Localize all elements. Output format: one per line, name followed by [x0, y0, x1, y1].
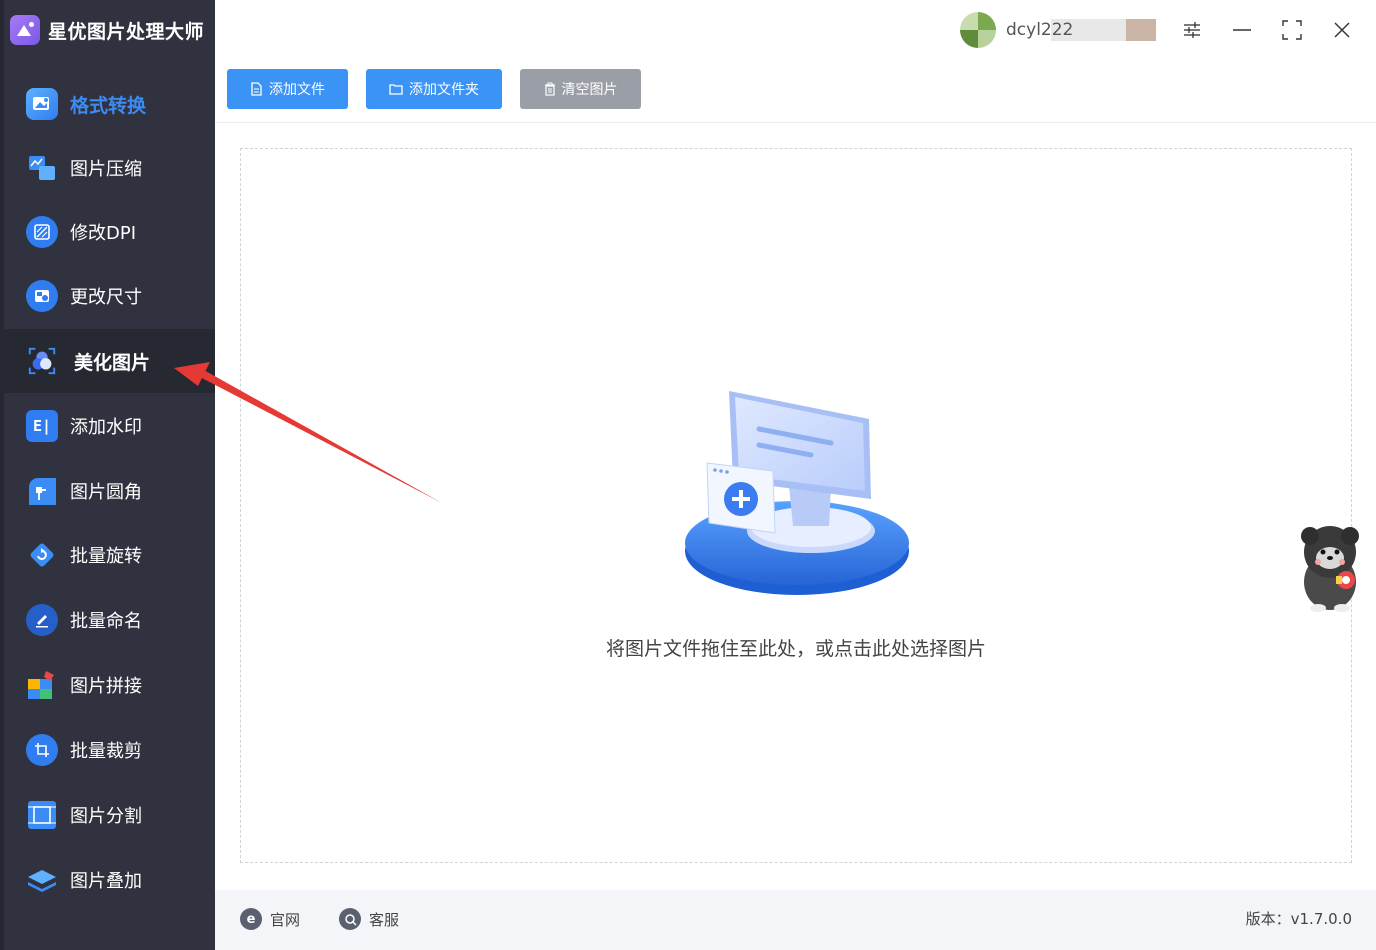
sidebar-item-label: 更改尺寸 [70, 287, 142, 308]
app-logo-icon [10, 15, 40, 45]
sidebar-item-label: 图片拼接 [70, 676, 142, 697]
settings-icon[interactable] [1180, 18, 1204, 42]
minimize-icon[interactable] [1230, 18, 1254, 42]
sidebar-item-compress[interactable]: 图片压缩 [0, 136, 215, 200]
sidebar-item-label: 批量命名 [70, 611, 142, 632]
sidebar-item-label: 图片分割 [70, 806, 142, 827]
title-bar: dcyl222 [215, 0, 1376, 60]
app-title: 星优图片处理大师 [48, 20, 205, 43]
sidebar-item-rotate[interactable]: 批量旋转 [0, 523, 215, 587]
chat-icon [339, 908, 361, 930]
sidebar-item-beautify[interactable]: 美化图片 [0, 329, 215, 393]
rotate-icon [26, 539, 58, 571]
layers-icon [26, 864, 58, 896]
dpi-icon [26, 216, 58, 248]
version-label: 版本：v1.7.0.0 [1245, 910, 1352, 928]
compress-icon [26, 152, 58, 184]
sidebar-item-format-convert[interactable]: 格式转换 [0, 72, 215, 136]
add-folder-label: 添加文件夹 [409, 82, 479, 98]
sidebar-item-rounded-corner[interactable]: 图片圆角 [0, 459, 215, 523]
app-brand: 星优图片处理大师 [10, 14, 204, 46]
beautify-icon [26, 345, 58, 377]
crop-icon [26, 734, 58, 766]
support-label: 客服 [369, 910, 400, 929]
sidebar-item-watermark[interactable]: E| 添加水印 [0, 394, 215, 458]
sidebar-item-label: 添加水印 [70, 417, 142, 438]
file-dropzone[interactable]: 将图片文件拖住至此处，或点击此处选择图片 [240, 148, 1352, 863]
username: dcyl222 [1006, 19, 1156, 41]
avatar [960, 12, 996, 48]
sidebar-item-stitch[interactable]: 图片拼接 [0, 653, 215, 717]
sidebar-item-rename[interactable]: 批量命名 [0, 588, 215, 652]
resize-icon [26, 280, 58, 312]
file-icon [251, 82, 262, 96]
maximize-icon[interactable] [1280, 18, 1304, 42]
folder-icon [389, 84, 403, 95]
sidebar-item-crop[interactable]: 批量裁剪 [0, 718, 215, 782]
rounded-corner-icon [26, 475, 58, 507]
dropzone-hint: 将图片文件拖住至此处，或点击此处选择图片 [605, 638, 986, 660]
website-link[interactable]: e 官网 [240, 908, 300, 930]
sidebar-item-split[interactable]: 图片分割 [0, 783, 215, 847]
add-file-label: 添加文件 [269, 82, 325, 98]
sidebar-item-label: 图片叠加 [70, 871, 142, 892]
sidebar-item-label: 修改DPI [70, 223, 137, 244]
add-folder-button[interactable]: 添加文件夹 [366, 69, 502, 109]
sidebar-item-label: 批量旋转 [70, 546, 142, 567]
upload-monitor-illustration [685, 391, 909, 595]
sidebar-item-dpi[interactable]: 修改DPI [0, 200, 215, 264]
add-file-button[interactable]: 添加文件 [227, 69, 348, 109]
clear-images-label: 清空图片 [561, 82, 618, 98]
sidebar-item-label: 图片圆角 [70, 482, 142, 503]
user-info[interactable]: dcyl222 [960, 12, 1156, 48]
website-label: 官网 [270, 910, 301, 929]
sidebar-item-label: 批量裁剪 [70, 741, 142, 762]
sidebar-item-layers[interactable]: 图片叠加 [0, 848, 215, 912]
close-icon[interactable] [1330, 18, 1354, 42]
stitch-icon [26, 669, 58, 701]
sidebar-item-label: 美化图片 [74, 351, 151, 374]
support-link[interactable]: 客服 [339, 908, 399, 930]
trash-icon [544, 82, 555, 96]
clear-images-button[interactable]: 清空图片 [520, 69, 641, 109]
dog-sticker-icon [1301, 526, 1359, 612]
sidebar: 星优图片处理大师 格式转换 图片压缩 修改DPI 更改尺寸 美化图片 E| 添加… [0, 0, 215, 950]
split-icon [26, 799, 58, 831]
rename-icon [26, 604, 58, 636]
sidebar-item-label: 图片压缩 [70, 159, 142, 180]
toolbar: 添加文件 添加文件夹 清空图片 [215, 60, 1376, 123]
sidebar-item-resize[interactable]: 更改尺寸 [0, 264, 215, 328]
image-convert-icon [26, 88, 58, 120]
footer: e 官网 客服 版本：v1.7.0.0 [215, 890, 1376, 950]
browser-icon: e [240, 908, 262, 930]
watermark-icon: E| [26, 410, 58, 442]
sidebar-item-label: 格式转换 [70, 94, 147, 117]
